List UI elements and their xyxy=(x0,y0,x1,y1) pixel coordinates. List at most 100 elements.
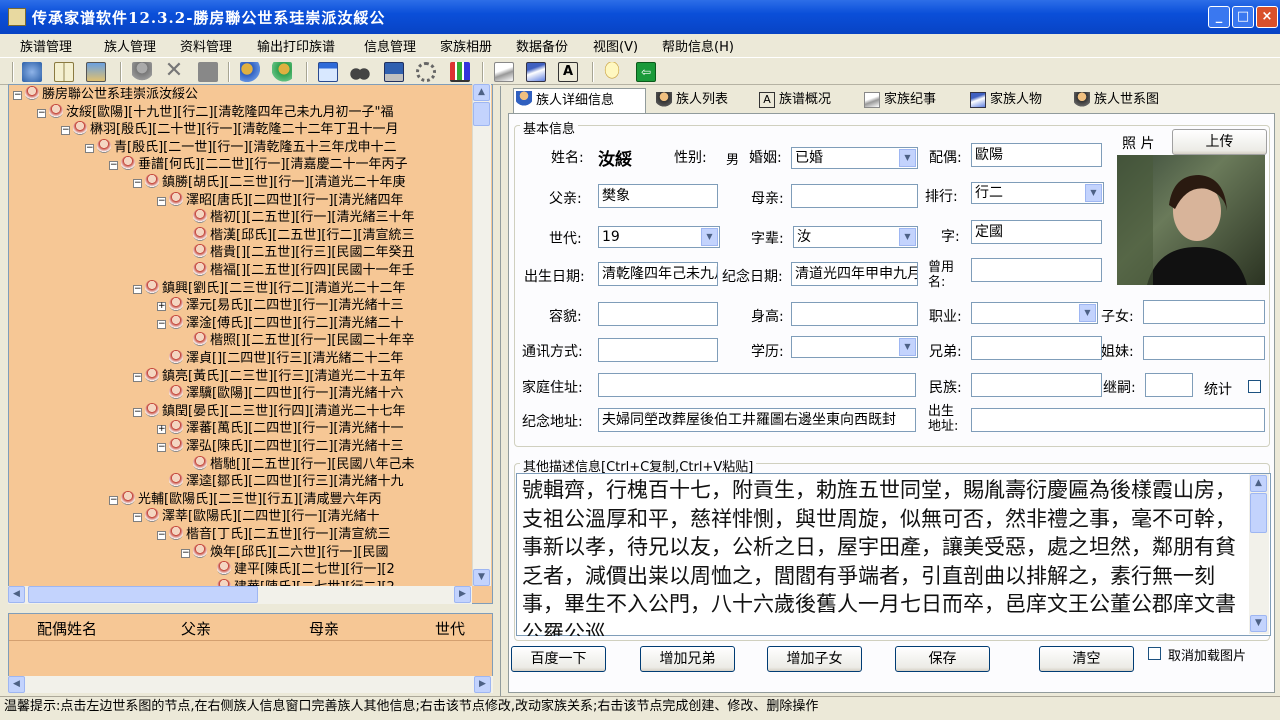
text-a-icon[interactable]: A xyxy=(558,62,578,82)
chevron-down-icon[interactable]: ▼ xyxy=(899,228,916,246)
grid-header-spouse[interactable]: 配偶姓名 xyxy=(37,618,97,639)
binoculars-icon[interactable] xyxy=(350,62,370,82)
tree-node[interactable]: 楷照[][二五世][行一][民國二十年辛 xyxy=(181,332,415,349)
tree-node[interactable]: 楷福[][二五世][行四][民國十一年壬 xyxy=(181,262,415,279)
scroll-thumb[interactable] xyxy=(1250,493,1267,533)
grid-scroll-left-icon[interactable]: ◀ xyxy=(8,676,25,693)
tab-figures[interactable]: 家族人物 xyxy=(968,90,1066,112)
scroll-down-icon[interactable]: ▼ xyxy=(1250,615,1267,632)
collapse-icon[interactable]: − xyxy=(181,548,190,558)
expand-icon[interactable]: + xyxy=(157,302,166,312)
save-button[interactable]: 保存 xyxy=(895,646,990,672)
grid-scroll-right-icon[interactable]: ▶ xyxy=(474,676,491,693)
person-gray-icon[interactable] xyxy=(132,62,152,82)
grid-icon[interactable] xyxy=(198,62,218,82)
height-field[interactable] xyxy=(791,302,918,326)
collapse-icon[interactable]: − xyxy=(157,196,166,206)
spouse-field[interactable]: 歐陽 xyxy=(971,143,1102,167)
menu-album[interactable]: 家族相册 xyxy=(440,36,492,55)
contact-field[interactable] xyxy=(598,338,718,362)
delete-icon[interactable]: ✕ xyxy=(164,60,184,82)
menu-data[interactable]: 资料管理 xyxy=(180,36,232,55)
tree-node[interactable]: − 楙羽[殷氏][二十世][行一][清乾隆二十二年丁丑十一月 xyxy=(61,121,399,138)
tree-horizontal-scrollbar[interactable]: ◀ ▶ xyxy=(8,586,472,604)
tree-node[interactable]: + 澤蕃[萬氏][二四世][行一][清光緒十一 xyxy=(157,420,404,437)
education-select[interactable]: ▼ xyxy=(791,336,918,358)
description-text[interactable]: 號輯齊，行槐百十七，附貢生，勅旌五世同堂，賜胤壽衍慶匾為後樣霞山房，支祖公溫厚和… xyxy=(522,476,1242,636)
collapse-icon[interactable]: − xyxy=(109,161,118,171)
chevron-down-icon[interactable]: ▼ xyxy=(701,228,718,246)
tree-node[interactable]: − 鎮閏[晏氏][二三世][行四][清道光二十七年 xyxy=(133,402,406,420)
collapse-icon[interactable]: − xyxy=(133,513,142,523)
window-icon[interactable] xyxy=(318,62,338,82)
no-photo-checkbox[interactable] xyxy=(1148,647,1161,660)
stat-checkbox[interactable] xyxy=(1248,380,1261,393)
add-brother-button[interactable]: 增加兄弟 xyxy=(640,646,735,672)
tree-node[interactable]: − 青[殷氏][二一世][行一][清乾隆五十三年戊申十二 xyxy=(85,138,397,156)
tree-node[interactable]: − 垂譜[何氏][二二世][行一][清嘉慶二十一年丙子 xyxy=(109,156,408,173)
chevron-down-icon[interactable]: ▼ xyxy=(899,338,916,356)
save-icon[interactable] xyxy=(384,62,404,82)
tree-node[interactable]: − 澤弘[陳氏][二四世][行二][清光緒十三 xyxy=(157,438,404,455)
menu-help[interactable]: 帮助信息(H) xyxy=(662,36,734,55)
paper-icon[interactable] xyxy=(494,62,514,82)
grid-header-generation[interactable]: 世代 xyxy=(435,618,465,639)
used-name-field[interactable] xyxy=(971,258,1102,282)
tree-node[interactable]: − 澤莘[歐陽氏][二四世][行一][清光緒十 xyxy=(133,508,380,525)
tree-node[interactable]: − 鎮亮[黃氏][二三世][行三][清道光二十五年 xyxy=(133,367,406,385)
children-field[interactable] xyxy=(1143,300,1265,324)
grid-header-mother[interactable]: 母亲 xyxy=(309,618,339,639)
chevron-down-icon[interactable]: ▼ xyxy=(1085,184,1102,202)
chart-icon[interactable] xyxy=(450,62,470,82)
tree-node[interactable]: − 澤昭[唐氏][二四世][行一][清光緒四年 xyxy=(157,191,404,209)
photo-icon[interactable] xyxy=(86,62,106,82)
tree-node[interactable]: − 煥年[邱氏][二六世][行一][民國 xyxy=(181,543,389,561)
book-icon[interactable] xyxy=(54,62,74,82)
tab-overview[interactable]: A 族谱概况 xyxy=(757,90,855,112)
ethnic-field[interactable] xyxy=(971,373,1102,397)
collapse-icon[interactable]: − xyxy=(37,108,46,118)
marriage-select[interactable]: 已婚 ▼ xyxy=(791,147,918,169)
tree-node[interactable]: − 鎮勝[胡氏][二三世][行一][清道光二十年庚 xyxy=(133,174,406,191)
collapse-icon[interactable]: − xyxy=(133,372,142,382)
scroll-left-icon[interactable]: ◀ xyxy=(8,586,25,603)
people-icon[interactable] xyxy=(240,62,260,82)
scroll-up-icon[interactable]: ▲ xyxy=(473,84,490,101)
address-field[interactable] xyxy=(598,373,916,397)
father-field[interactable]: 樊象 xyxy=(598,184,718,208)
gear-icon[interactable] xyxy=(416,62,436,82)
collapse-icon[interactable]: − xyxy=(157,443,166,452)
family-tree[interactable]: − 勝房聯公世系珪崇派汝綏公 − 汝綏[歐陽][十九世][行二][清乾隆四年己未九月初… xyxy=(8,84,493,604)
tree-node[interactable]: 澤驥[歐陽][二四世][行一][清光緒十六 xyxy=(157,385,404,402)
looks-field[interactable] xyxy=(598,302,718,326)
chat-icon[interactable] xyxy=(602,62,622,82)
tab-member-list[interactable]: 族人列表 xyxy=(654,90,750,112)
chevron-down-icon[interactable]: ▼ xyxy=(899,149,916,167)
menu-backup[interactable]: 数据备份 xyxy=(516,36,568,55)
job-select[interactable]: ▼ xyxy=(971,302,1098,324)
tree-node[interactable]: − 汝綏[歐陽][十九世][行二][清乾隆四年己未九月初一子"福 xyxy=(37,103,393,121)
menu-genealogy[interactable]: 族谱管理 xyxy=(20,36,72,55)
scroll-right-icon[interactable]: ▶ xyxy=(454,586,471,603)
collapse-icon[interactable]: − xyxy=(133,407,142,417)
tree-node[interactable]: − 光輔[歐陽氏][二三世][行五][清咸豐六年丙 xyxy=(109,490,382,508)
exit-icon[interactable]: ⇦ xyxy=(636,62,656,82)
mother-field[interactable] xyxy=(791,184,918,208)
tree-node[interactable]: − 勝房聯公世系珪崇派汝綏公 xyxy=(13,86,198,103)
tree-node[interactable]: − 楷音[丁氏][二五世][行一][清宣統三 xyxy=(157,526,391,543)
collapse-icon[interactable]: − xyxy=(61,126,70,136)
tree-node[interactable]: 澤貞[][二四世][行三][清光緒二十二年 xyxy=(157,350,404,367)
tree-node[interactable]: 楷漢[邱氏][二五世][行二][清宣統三 xyxy=(181,226,415,244)
tab-lineage-chart[interactable]: 族人世系图 xyxy=(1072,90,1186,112)
grid-horizontal-scrollbar[interactable]: ◀ ▶ xyxy=(8,676,493,693)
tab-chronicle[interactable]: 家族纪事 xyxy=(862,90,960,112)
zibei-select[interactable]: 汝 ▼ xyxy=(793,226,918,248)
tree-node[interactable]: 楷初[][二五世][行一][清光緒三十年 xyxy=(181,209,415,226)
generation-select[interactable]: 19 ▼ xyxy=(598,226,720,248)
clear-button[interactable]: 清空 xyxy=(1039,646,1134,672)
tree-node[interactable]: + 澤元[易氏][二四世][行一][清光緒十三 xyxy=(157,297,404,314)
expand-icon[interactable]: + xyxy=(157,425,166,435)
menu-members[interactable]: 族人管理 xyxy=(104,36,156,55)
tree-node[interactable]: − 澤淦[傅氏][二四世][行二][清光緒二十 xyxy=(157,314,404,332)
birth-date-field[interactable]: 清乾隆四年己未九月 xyxy=(598,262,718,286)
